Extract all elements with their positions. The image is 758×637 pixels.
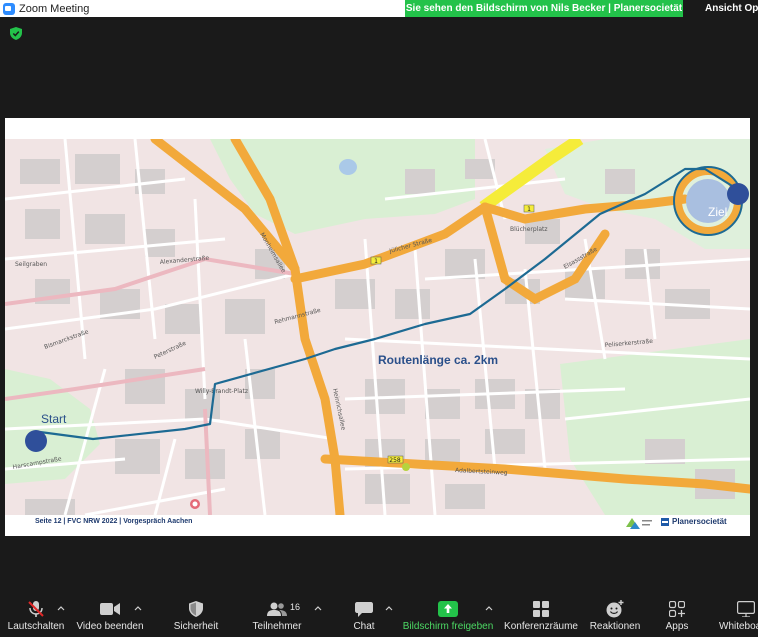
participants-label: Teilnehmer	[252, 621, 302, 632]
mute-label: Lautschalten	[7, 621, 65, 632]
share-screen-button[interactable]: Bildschirm freigeben	[403, 588, 493, 637]
meeting-toolbar: Lautschalten Video beenden Sicherheit Te…	[0, 588, 758, 637]
whiteboards-label: Whiteboards	[719, 621, 758, 632]
street-label: Willy-Brandt-Platz	[195, 388, 248, 395]
end-label: Ziel	[708, 205, 728, 219]
breakout-rooms-button[interactable]: Konferenzräume	[503, 588, 579, 637]
audio-options-chevron-up-icon[interactable]	[57, 604, 65, 612]
share-screen-icon	[438, 601, 458, 617]
zoom-window: Zoom Meeting Sie sehen den Bildschirm vo…	[0, 0, 758, 637]
breakout-rooms-label: Konferenzräume	[504, 621, 578, 632]
route-length-label: Routenlänge ca. 2km	[378, 353, 499, 367]
shared-slide: 1 1 258 Jülicher Straße Adalbertsteinweg…	[5, 118, 750, 536]
reactions-smiley-icon	[606, 600, 624, 618]
start-label: Start	[41, 412, 67, 426]
poi-marker	[402, 463, 410, 471]
start-marker	[25, 430, 47, 452]
road-258-shield-label: 258	[389, 457, 401, 464]
partner-logo-icon	[626, 518, 652, 529]
share-screen-label: Bildschirm freigeben	[402, 621, 494, 632]
whiteboards-button[interactable]: Whiteboards	[716, 588, 758, 637]
road-1-shield-label: 1	[374, 258, 378, 265]
participants-button[interactable]: Teilnehmer	[248, 588, 306, 637]
chat-options-chevron-up-icon[interactable]	[385, 604, 393, 612]
screen-share-banner: Sie sehen den Bildschirm von Nils Becker…	[405, 0, 683, 17]
microphone-muted-icon	[28, 601, 44, 617]
street-label: Seilgraben	[15, 261, 47, 268]
reactions-label: Reaktionen	[589, 621, 641, 632]
encryption-shield-icon[interactable]	[10, 27, 22, 40]
video-camera-icon	[100, 603, 120, 615]
participants-options-chevron-up-icon[interactable]	[314, 604, 322, 612]
participants-count: 16	[290, 602, 301, 612]
road-1-shield-label: 1	[527, 206, 531, 213]
security-shield-icon	[189, 601, 203, 617]
stop-video-label: Video beenden	[76, 621, 144, 632]
apps-button[interactable]: Apps	[660, 588, 694, 637]
brand-name: Planersocietät	[672, 517, 727, 526]
window-title: Zoom Meeting	[19, 2, 90, 15]
planersocietaet-brand: Planersocietät	[661, 517, 727, 526]
pond	[339, 159, 357, 175]
security-label: Sicherheit	[173, 621, 219, 632]
map-drawing: 1 1 258 Jülicher Straße Adalbertsteinweg…	[5, 139, 750, 515]
street-label: Blücherplatz	[510, 226, 548, 233]
stop-video-button[interactable]: Video beenden	[73, 588, 147, 637]
participants-icon	[267, 602, 287, 616]
chat-label: Chat	[353, 621, 375, 632]
end-marker	[727, 183, 749, 205]
share-options-chevron-up-icon[interactable]	[485, 604, 493, 612]
zoom-app-icon	[3, 2, 15, 15]
mute-button[interactable]: Lautschalten	[2, 588, 70, 637]
whiteboard-icon	[737, 601, 755, 617]
chat-bubble-icon	[355, 602, 373, 617]
breakout-rooms-icon	[533, 601, 549, 617]
chat-button[interactable]: Chat	[345, 588, 383, 637]
apps-label: Apps	[665, 621, 689, 632]
apps-icon	[669, 601, 685, 617]
view-options-button[interactable]: Ansicht Optionen	[683, 0, 758, 17]
reactions-button[interactable]: Reaktionen	[587, 588, 643, 637]
security-button[interactable]: Sicherheit	[168, 588, 224, 637]
video-options-chevron-up-icon[interactable]	[134, 604, 142, 612]
planersocietaet-logo-icon	[661, 517, 669, 526]
route-map: 1 1 258 Jülicher Straße Adalbertsteinweg…	[5, 139, 750, 515]
slide-footer: Seite 12 | FVC NRW 2022 | Vorgespräch Aa…	[35, 518, 193, 525]
